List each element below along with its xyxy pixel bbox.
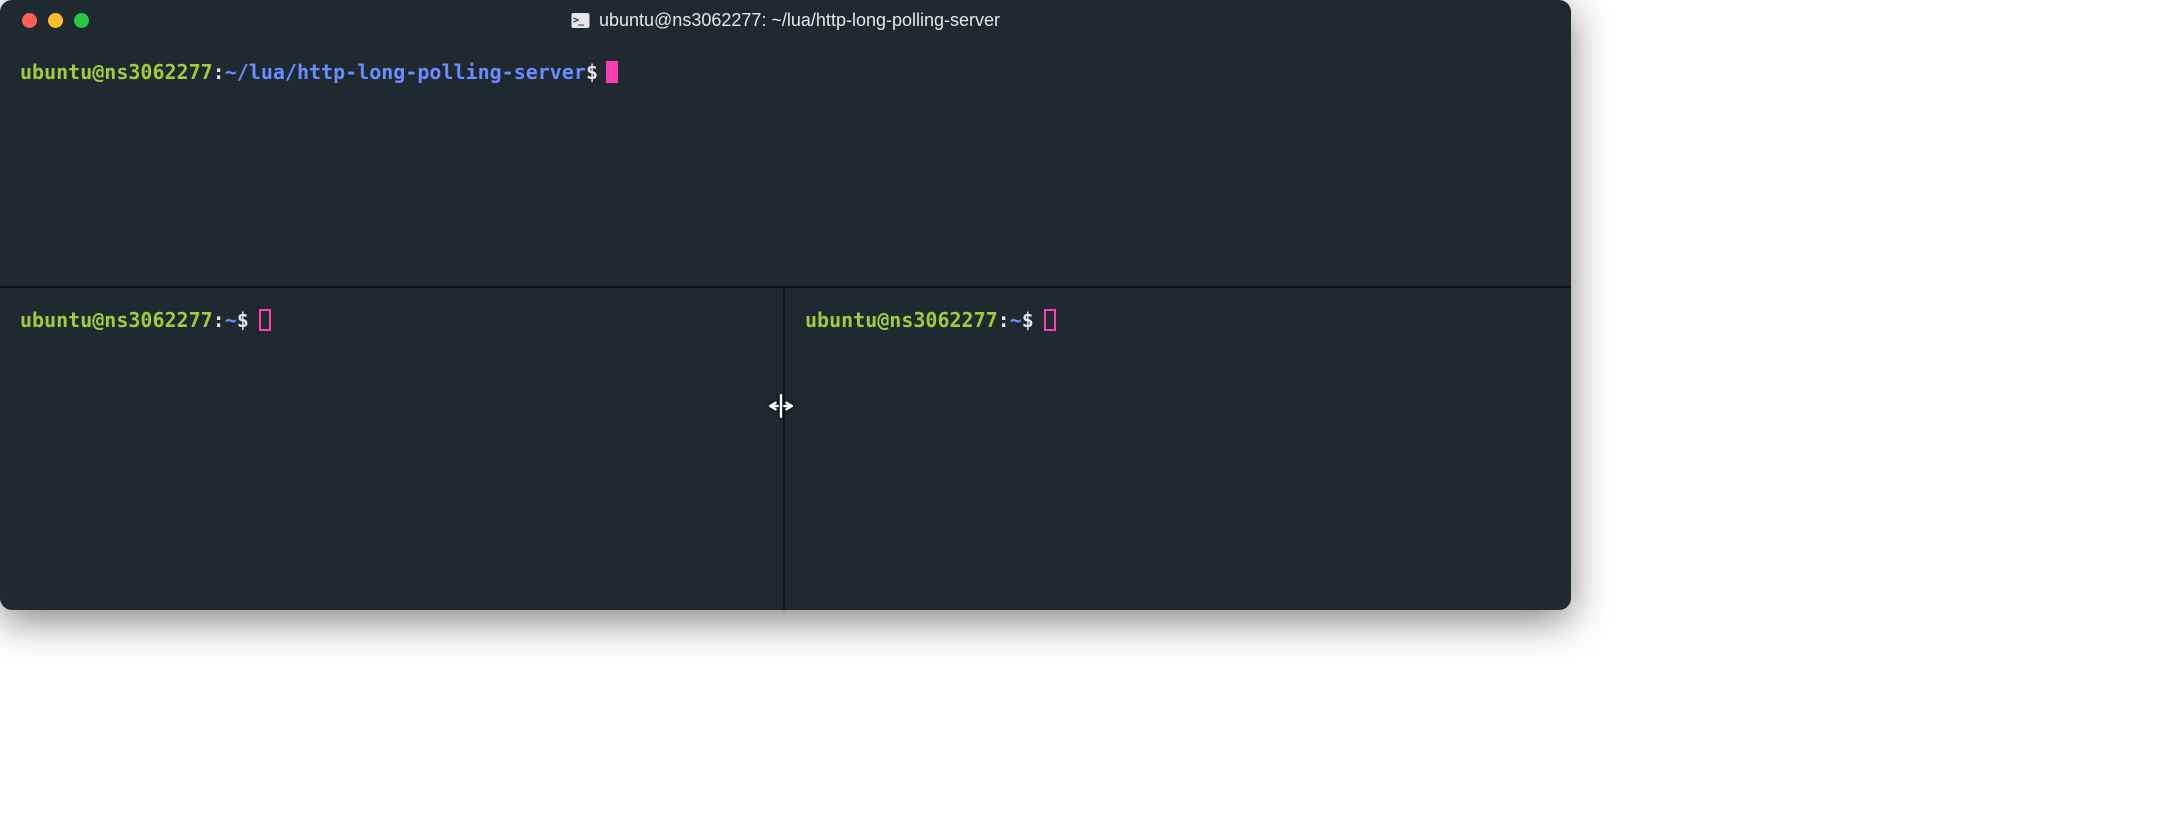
minimize-button[interactable]: [48, 13, 63, 28]
terminal-icon: [571, 13, 589, 28]
prompt-dollar: $: [586, 58, 598, 86]
window-title: ubuntu@ns3062277: ~/lua/http-long-pollin…: [599, 10, 1000, 31]
pane-bottom-right[interactable]: ubuntu@ns3062277:~$: [785, 288, 1571, 610]
prompt-dollar: $: [1022, 306, 1034, 334]
prompt-userhost: ubuntu@ns3062277: [20, 306, 213, 334]
close-button[interactable]: [22, 13, 37, 28]
cursor-icon: [1044, 309, 1056, 331]
prompt-line: ubuntu@ns3062277:~/lua/http-long-polling…: [20, 58, 1551, 86]
prompt-path: ~: [1010, 306, 1022, 334]
prompt-colon: :: [213, 306, 225, 334]
titlebar[interactable]: ubuntu@ns3062277: ~/lua/http-long-pollin…: [0, 0, 1571, 40]
prompt-path: ~: [225, 306, 237, 334]
zoom-button[interactable]: [74, 13, 89, 28]
terminal-window: ubuntu@ns3062277: ~/lua/http-long-pollin…: [0, 0, 1571, 610]
pane-top[interactable]: ubuntu@ns3062277:~/lua/http-long-polling…: [0, 40, 1571, 288]
prompt-userhost: ubuntu@ns3062277: [805, 306, 998, 334]
prompt-colon: :: [213, 58, 225, 86]
prompt-dollar: $: [237, 306, 249, 334]
prompt-line: ubuntu@ns3062277:~$: [20, 306, 763, 334]
prompt-line: ubuntu@ns3062277:~$: [805, 306, 1551, 334]
traffic-lights: [0, 13, 89, 28]
cursor-icon: [259, 309, 271, 331]
prompt-path: ~/lua/http-long-polling-server: [225, 58, 586, 86]
prompt-colon: :: [998, 306, 1010, 334]
panes-container: ubuntu@ns3062277:~/lua/http-long-polling…: [0, 40, 1571, 610]
pane-bottom-left[interactable]: ubuntu@ns3062277:~$: [0, 288, 785, 610]
window-title-group: ubuntu@ns3062277: ~/lua/http-long-pollin…: [571, 10, 1000, 31]
cursor-icon: [606, 61, 618, 83]
prompt-userhost: ubuntu@ns3062277: [20, 58, 213, 86]
